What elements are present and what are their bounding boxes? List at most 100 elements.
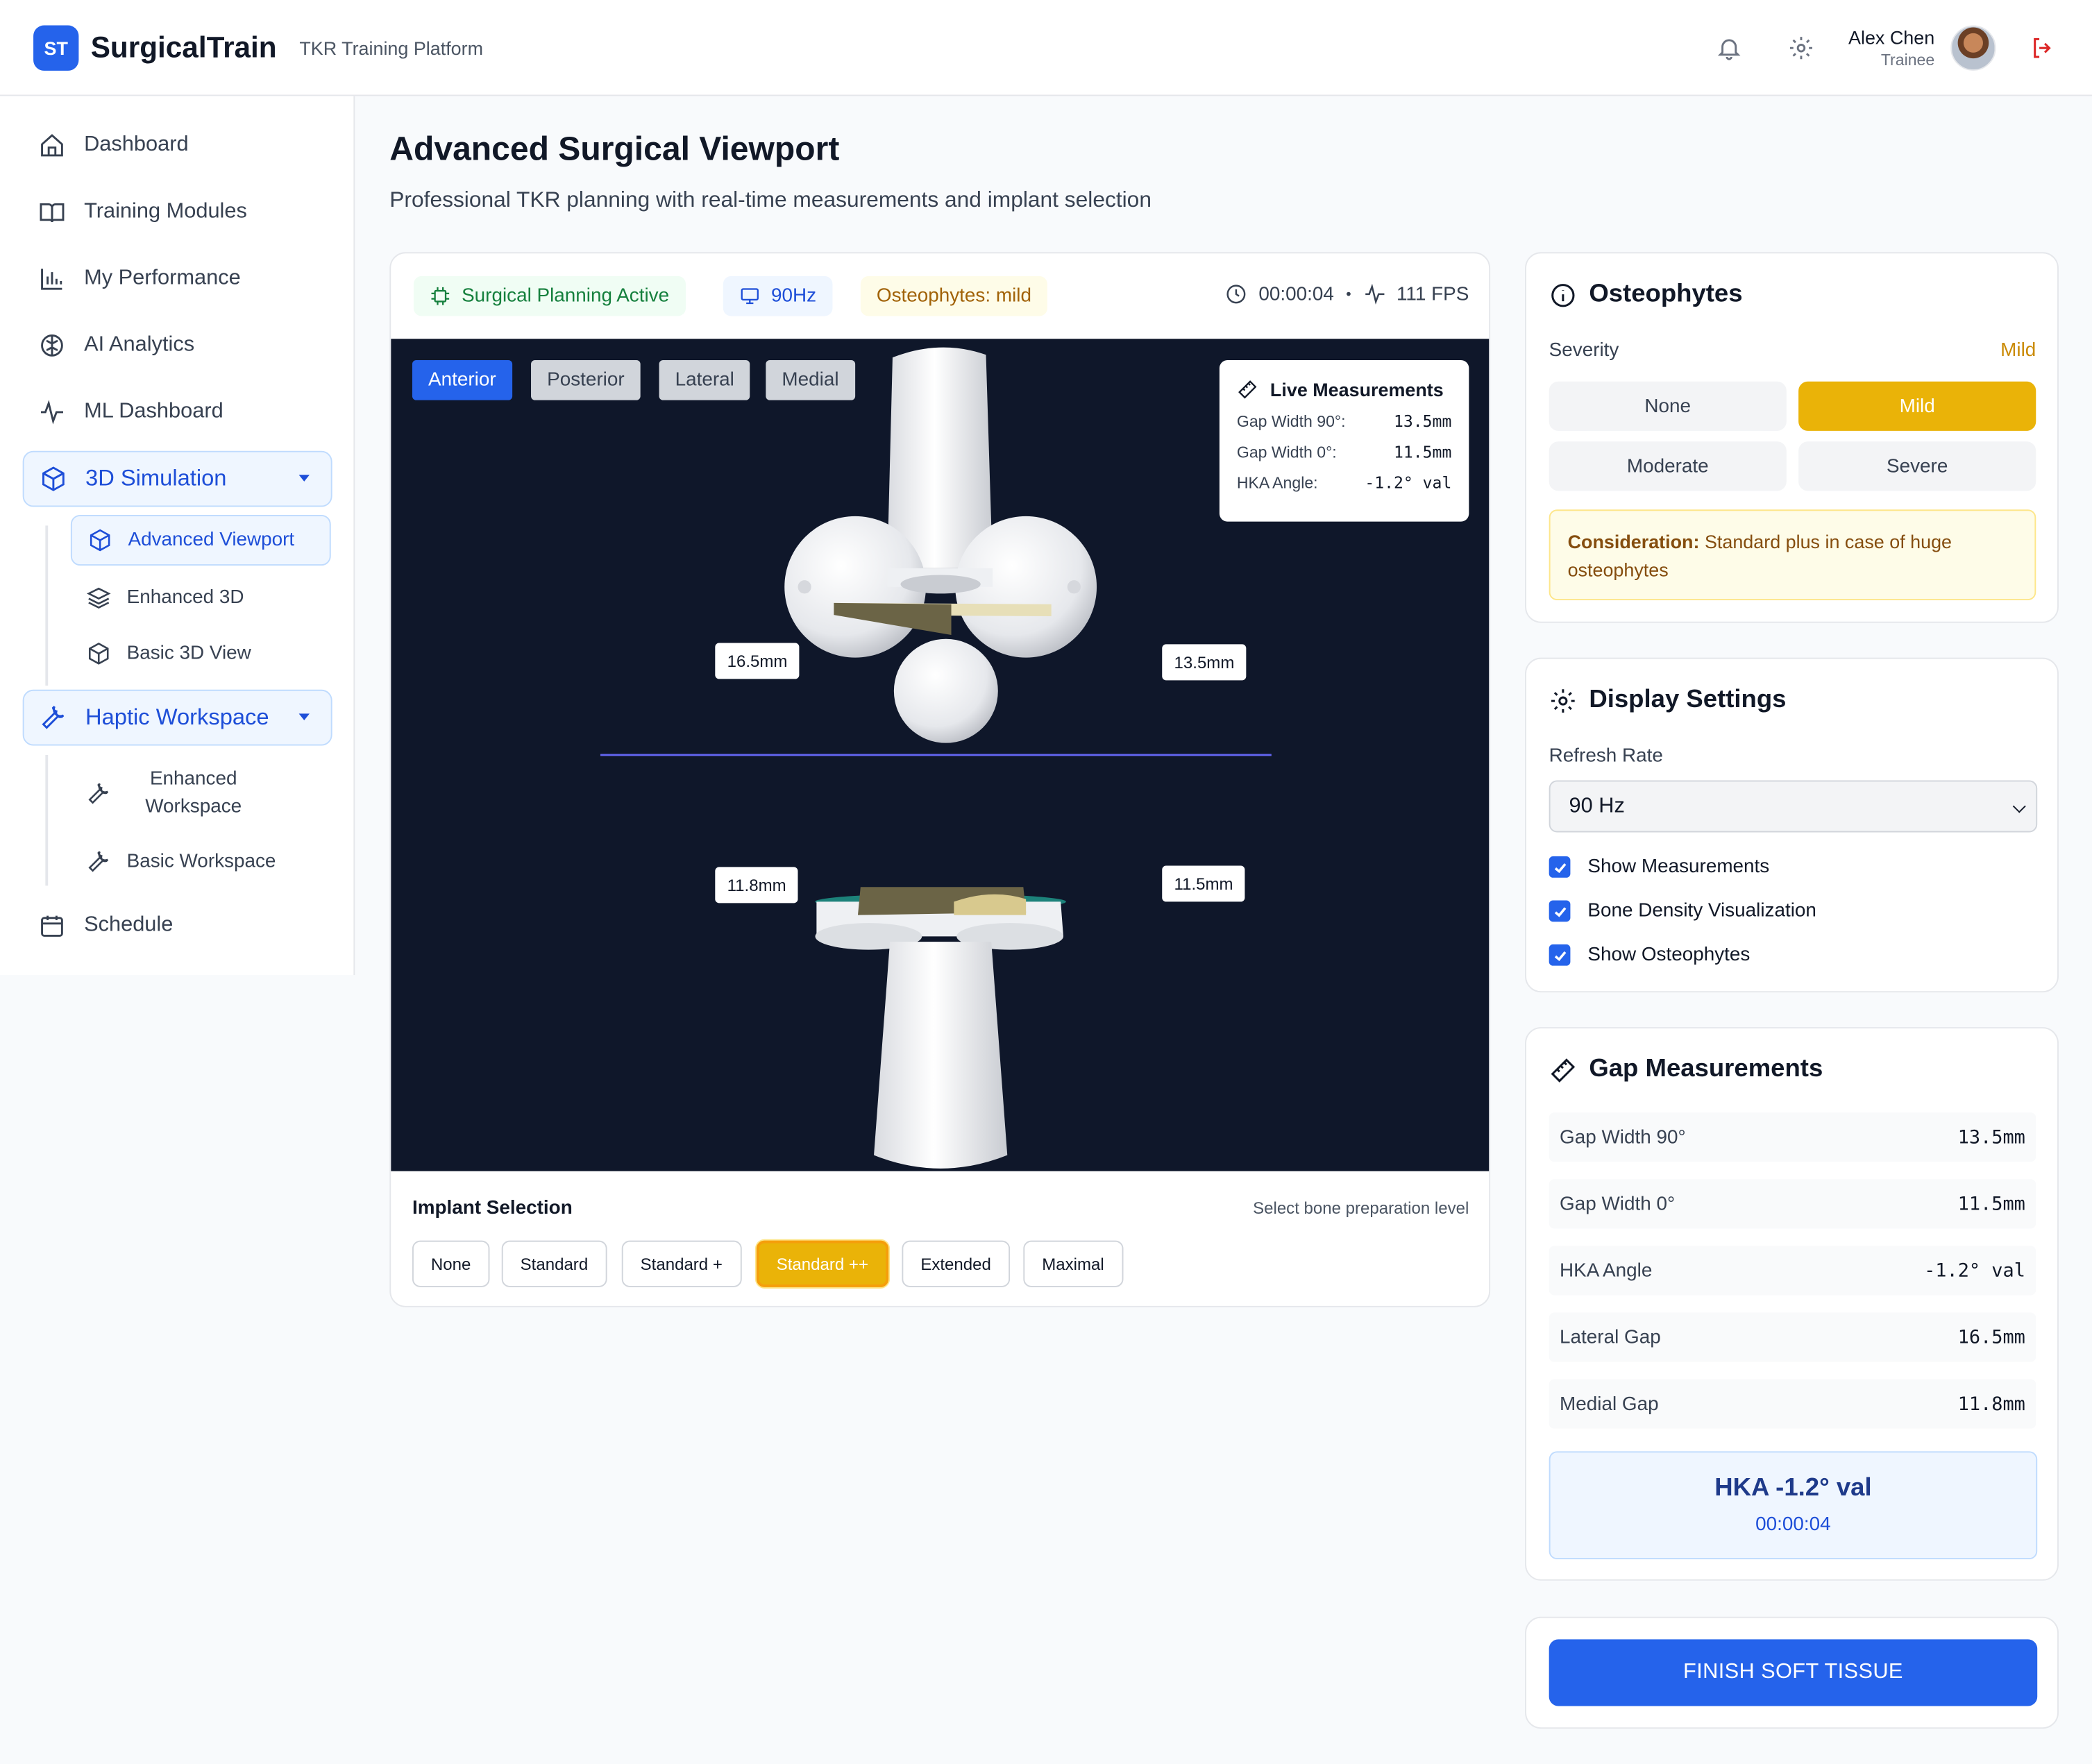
osteophytes-badge: Osteophytes: mild [860, 275, 1048, 316]
brand-subtitle: TKR Training Platform [299, 36, 484, 58]
sidebar-item-label: Enhanced Workspace [145, 768, 242, 818]
sidebar-item-label: My Performance [84, 266, 241, 290]
sidebar-item-training-modules[interactable]: Training Modules [23, 184, 332, 240]
book-icon [40, 203, 65, 223]
gap-label-lower-right: 11.5mm [1162, 865, 1245, 902]
gap-value: 11.5mm [1957, 1193, 2025, 1215]
activity-icon [1365, 283, 1384, 305]
sidebar-item-basic-3d-view[interactable]: Basic 3D View [71, 628, 331, 679]
sidebar-item-label: AI Analytics [84, 333, 195, 357]
gap-row: Lateral Gap 16.5mm [1549, 1312, 2036, 1362]
severity-none-button[interactable]: None [1549, 381, 1787, 431]
gap-value: 13.5mm [1957, 1126, 2025, 1148]
avatar[interactable] [1950, 25, 1996, 71]
sidebar: Dashboard Training Modules My Performanc… [0, 96, 355, 976]
sidebar-item-label: Dashboard [84, 133, 189, 156]
severity-value: Mild [2000, 340, 2036, 362]
implant-extended-button[interactable]: Extended [902, 1240, 1010, 1287]
checkmark-icon [1549, 856, 1571, 878]
finish-soft-tissue-button[interactable]: FINISH SOFT TISSUE [1549, 1639, 2038, 1706]
implant-standard-plusplus-button[interactable]: Standard ++ [756, 1240, 888, 1287]
cube-icon [88, 642, 109, 665]
bar-chart-icon [41, 269, 62, 290]
sidebar-group-haptic-workspace[interactable]: Haptic Workspace [22, 689, 332, 746]
gap-row: HKA Angle -1.2° val [1549, 1246, 2036, 1296]
view-posterior-button[interactable]: Posterior [531, 359, 641, 400]
sidebar-item-schedule[interactable]: Schedule [23, 898, 332, 954]
layers-icon [86, 587, 111, 609]
logo-badge[interactable]: ST [33, 24, 79, 70]
sidebar-item-basic-workspace[interactable]: Basic Workspace [71, 836, 331, 887]
page-title: Advanced Surgical Viewport [389, 130, 840, 169]
page-subtitle: Professional TKR planning with real-time… [389, 188, 1152, 212]
sidebar-item-label: Basic 3D View [126, 643, 251, 665]
checkmark-icon [1549, 900, 1571, 922]
bone-density-checkbox[interactable]: Bone Density Visualization [1549, 900, 1816, 922]
submenu-line [45, 754, 49, 886]
chevron-down-icon [2012, 799, 2026, 813]
info-icon [1551, 283, 1575, 307]
sidebar-item-my-performance[interactable]: My Performance [23, 251, 332, 307]
view-medial-button[interactable]: Medial [766, 359, 855, 400]
consideration-label: Consideration: [1567, 531, 1700, 552]
implant-maximal-button[interactable]: Maximal [1023, 1240, 1123, 1287]
hka-summary-value: HKA -1.2° val [1714, 1474, 1872, 1502]
panel-title-text: Gap Measurements [1589, 1055, 1823, 1083]
sidebar-item-dashboard[interactable]: Dashboard [23, 117, 332, 173]
measurement-value: 11.5mm [1394, 443, 1452, 462]
separator-dot: • [1346, 286, 1351, 303]
gear-icon [1551, 688, 1575, 712]
sidebar-group-label: Haptic Workspace [85, 704, 269, 730]
measurement-label: Gap Width 0°: [1236, 443, 1337, 462]
checkbox-label: Bone Density Visualization [1587, 900, 1816, 922]
brain-icon [41, 334, 63, 357]
sidebar-group-3d-simulation[interactable]: 3D Simulation [22, 450, 332, 507]
view-lateral-button[interactable]: Lateral [659, 359, 750, 400]
gap-row: Gap Width 0° 11.5mm [1549, 1179, 2036, 1229]
view-anterior-button[interactable]: Anterior [412, 359, 512, 400]
refresh-rate-select[interactable]: 90 Hz [1549, 780, 2038, 833]
status-text: Surgical Planning Active [462, 285, 670, 307]
measurement-label: Gap Width 90°: [1236, 412, 1346, 431]
show-osteophytes-checkbox[interactable]: Show Osteophytes [1549, 944, 1750, 966]
gap-label: Gap Width 0° [1560, 1193, 1676, 1215]
severity-severe-button[interactable]: Severe [1798, 441, 2036, 491]
severity-moderate-button[interactable]: Moderate [1549, 441, 1787, 491]
sidebar-item-ml-dashboard[interactable]: ML Dashboard [23, 384, 332, 441]
gap-row: Medial Gap 11.8mm [1549, 1379, 2036, 1429]
gear-icon[interactable] [1787, 33, 1816, 62]
refresh-rate-label: Refresh Rate [1549, 745, 1663, 767]
brand-name[interactable]: SurgicalTrain [91, 30, 277, 65]
panel-title-text: Osteophytes [1589, 280, 1743, 309]
implant-none-button[interactable]: None [412, 1240, 490, 1287]
gap-label: Lateral Gap [1560, 1326, 1661, 1348]
sidebar-item-enhanced-3d[interactable]: Enhanced 3D [71, 573, 331, 623]
refresh-rate-value: 90 Hz [1569, 794, 1625, 817]
user-info[interactable]: Alex Chen Trainee [1848, 26, 1934, 71]
measurement-value: -1.2° val [1365, 473, 1452, 493]
chevron-down-icon [298, 475, 310, 482]
gap-label: HKA Angle [1560, 1260, 1653, 1282]
sidebar-item-ai-analytics[interactable]: AI Analytics [23, 317, 332, 373]
sidebar-item-label: Training Modules [84, 200, 247, 223]
implant-standard-button[interactable]: Standard [501, 1240, 607, 1287]
panel-title: Live Measurements [1269, 378, 1444, 400]
sidebar-item-label: Basic Workspace [126, 851, 276, 873]
3d-viewport[interactable]: Anterior Posterior Lateral Medial Live M… [391, 339, 1490, 1171]
logout-icon[interactable] [2028, 33, 2057, 62]
viewport-card: Surgical Planning Active 90Hz Osteophyte… [389, 252, 1491, 1307]
sidebar-item-label: Advanced Viewport [128, 529, 295, 551]
sidebar-item-advanced-viewport[interactable]: Advanced Viewport [70, 514, 331, 566]
consideration-note: Consideration: Standard plus in case of … [1549, 509, 2036, 600]
sidebar-item-enhanced-workspace[interactable]: Enhanced Workspace [71, 763, 331, 824]
cube-icon [90, 529, 110, 552]
severity-mild-button[interactable]: Mild [1798, 381, 2036, 431]
implant-standard-plus-button[interactable]: Standard + [621, 1240, 741, 1287]
gap-measurements-panel: Gap Measurements Gap Width 90° 13.5mm Gap… [1525, 1027, 2059, 1581]
bell-icon[interactable] [1715, 33, 1744, 62]
user-role: Trainee [1880, 51, 1935, 69]
measurement-label: HKA Angle: [1236, 473, 1318, 493]
ruler-icon [1238, 380, 1257, 399]
display-settings-panel: Display Settings Refresh Rate 90 Hz Show… [1525, 657, 2059, 993]
show-measurements-checkbox[interactable]: Show Measurements [1549, 856, 1769, 878]
